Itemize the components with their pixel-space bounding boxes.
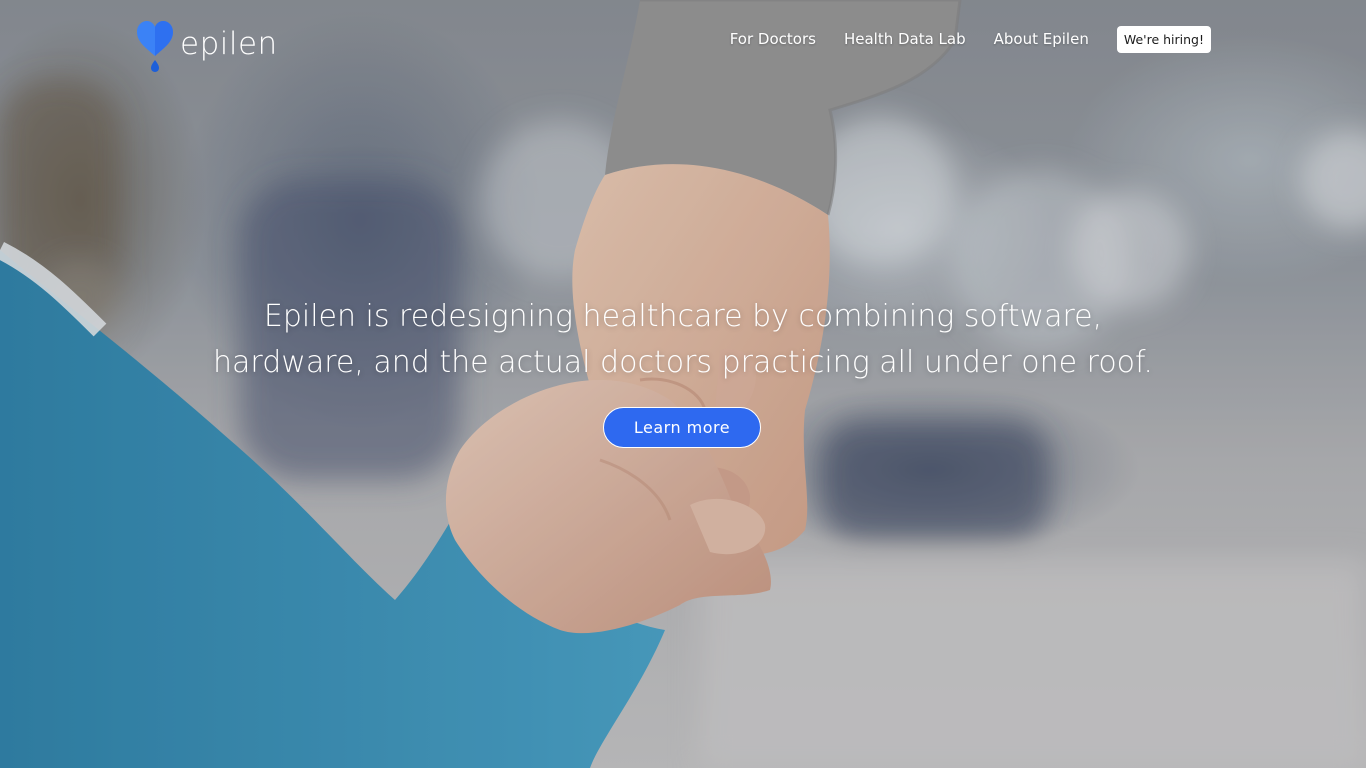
hero-headline: Epilen is redesigning healthcare by comb… xyxy=(183,294,1183,386)
hero-headline-line-2: hardware, and the actual doctors practic… xyxy=(213,345,1153,380)
nav-link-for-doctors[interactable]: For Doctors xyxy=(730,30,816,48)
brand-wordmark: epilen xyxy=(180,26,278,62)
brand-logo[interactable]: epilen xyxy=(136,20,278,72)
heart-drop-icon xyxy=(137,21,173,72)
hero-headline-line-1: Epilen is redesigning healthcare by comb… xyxy=(263,299,1103,334)
learn-more-button[interactable]: Learn more xyxy=(603,407,761,448)
nav-link-about-epilen[interactable]: About Epilen xyxy=(994,30,1089,48)
hero-section: epilen For Doctors Health Data Lab About… xyxy=(0,0,1366,768)
hiring-button[interactable]: We're hiring! xyxy=(1116,25,1211,53)
nav-link-health-data-lab[interactable]: Health Data Lab xyxy=(844,30,966,48)
main-navigation: For Doctors Health Data Lab About Epilen… xyxy=(702,25,1211,53)
